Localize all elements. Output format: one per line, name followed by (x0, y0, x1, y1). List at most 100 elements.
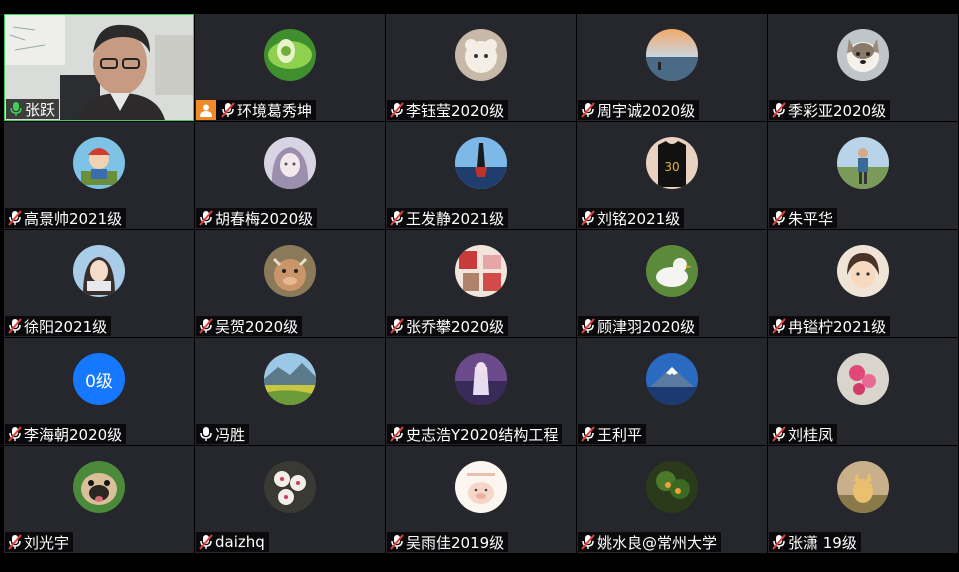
collage-avatar (455, 245, 507, 297)
participant-name: 吴贺2020级 (215, 317, 299, 336)
participant-nameplate: 姚水良@常州大学 (578, 532, 722, 552)
participant-nameplate: 刘桂凤 (769, 424, 838, 444)
participant-tile[interactable]: 季彩亚2020级 (768, 14, 958, 121)
plush-toy-avatar (455, 29, 507, 81)
mic-muted-icon (390, 426, 404, 442)
participant-nameplate: 冯胜 (196, 424, 250, 444)
participant-tile[interactable]: 冯胜 (195, 338, 385, 445)
participant-tile[interactable]: 朱平华 (768, 122, 958, 229)
mic-on-icon (10, 102, 22, 116)
participant-tile[interactable]: 吴雨佳2019级 (386, 446, 576, 553)
participant-name: 冉镒柠2021级 (788, 317, 887, 336)
mic-muted-icon (199, 534, 213, 550)
participant-name: 吴雨佳2019级 (406, 533, 505, 552)
participant-name: 张潇 19级 (788, 533, 857, 552)
top-bar (0, 0, 959, 13)
participant-tile[interactable]: 胡春梅2020级 (195, 122, 385, 229)
participant-name: 王发静2021级 (406, 209, 505, 228)
cartoon-boy-avatar (73, 137, 125, 189)
svg-text:30: 30 (664, 160, 679, 174)
participant-tile[interactable]: 张跃 (4, 14, 194, 121)
mic-muted-icon (390, 318, 404, 334)
participant-grid: 张跃 环境葛秀坤 李钰莹2020级 周宇诚2020级 季彩亚2020级 高景帅2… (4, 14, 958, 553)
mic-muted-icon (8, 534, 22, 550)
participant-tile[interactable]: 吴贺2020级 (195, 230, 385, 337)
participant-tile[interactable]: 0级 李海朝2020级 (4, 338, 194, 445)
participant-tile[interactable]: 冉镒柠2021级 (768, 230, 958, 337)
participant-nameplate: 张乔攀2020级 (387, 316, 509, 336)
participant-nameplate: 朱平华 (769, 208, 838, 228)
participant-name: 冯胜 (215, 425, 246, 444)
participant-tile[interactable]: 周宇诚2020级 (577, 14, 767, 121)
participant-tile[interactable]: 徐阳2021级 (4, 230, 194, 337)
participant-tile[interactable]: 王发静2021级 (386, 122, 576, 229)
white-orchid-avatar (264, 461, 316, 513)
participant-tile[interactable]: daizhq (195, 446, 385, 553)
participant-nameplate: 高景帅2021级 (5, 208, 127, 228)
anime-girl-book-avatar (73, 245, 125, 297)
purple-scene-avatar (455, 353, 507, 405)
participant-name: daizhq (215, 533, 265, 551)
text-avatar: 0级 (73, 353, 125, 405)
participant-name: 刘光宇 (24, 533, 70, 552)
participant-tile[interactable]: 王利平 (577, 338, 767, 445)
mic-muted-icon (390, 102, 404, 118)
mic-muted-icon (581, 318, 595, 334)
pink-flower-avatar (837, 353, 889, 405)
participant-tile[interactable]: 史志浩Y2020结构工程 (386, 338, 576, 445)
participant-tile[interactable]: 姚水良@常州大学 (577, 446, 767, 553)
participant-nameplate: 周宇诚2020级 (578, 100, 700, 120)
participant-tile[interactable]: 刘光宇 (4, 446, 194, 553)
participant-nameplate: 李钰莹2020级 (387, 100, 509, 120)
participant-name: 周宇诚2020级 (597, 101, 696, 120)
participant-tile[interactable]: 刘桂凤 (768, 338, 958, 445)
participant-name: 刘桂凤 (788, 425, 834, 444)
white-duck-avatar (646, 245, 698, 297)
participant-nameplate: 李海朝2020级 (5, 424, 127, 444)
mic-muted-icon (8, 426, 22, 442)
mic-muted-icon (581, 534, 595, 550)
participant-name: 胡春梅2020级 (215, 209, 314, 228)
participant-nameplate: 刘铭2021级 (578, 208, 685, 228)
participant-tile[interactable]: 环境葛秀坤 (195, 14, 385, 121)
participant-name: 徐阳2021级 (24, 317, 108, 336)
mic-muted-icon (772, 210, 786, 226)
mic-muted-icon (199, 210, 213, 226)
participant-nameplate: 顾津羽2020级 (578, 316, 700, 336)
cat-garden-avatar (837, 461, 889, 513)
participant-nameplate: 胡春梅2020级 (196, 208, 318, 228)
mic-muted-icon (772, 102, 786, 118)
participant-nameplate: 徐阳2021级 (5, 316, 112, 336)
participant-tile[interactable]: 张潇 19级 (768, 446, 958, 553)
participant-tile[interactable]: 顾津羽2020级 (577, 230, 767, 337)
participant-nameplate: 王发静2021级 (387, 208, 509, 228)
participant-name: 张跃 (25, 100, 56, 119)
sunset-lake-avatar (646, 29, 698, 81)
participant-name: 史志浩Y2020结构工程 (406, 425, 559, 444)
participant-nameplate: daizhq (196, 532, 269, 552)
mic-muted-icon (772, 534, 786, 550)
mic-muted-icon (581, 102, 595, 118)
participant-nameplate: 刘光宇 (5, 532, 74, 552)
participant-tile[interactable]: 高景帅2021级 (4, 122, 194, 229)
participant-nameplate: 张潇 19级 (769, 532, 861, 552)
participant-tile[interactable]: 李钰莹2020级 (386, 14, 576, 121)
mic-muted-icon (581, 426, 595, 442)
participant-name: 王利平 (597, 425, 643, 444)
participant-nameplate: 王利平 (578, 424, 647, 444)
participant-name: 高景帅2021级 (24, 209, 123, 228)
jersey-avatar: 30 (646, 137, 698, 189)
participant-name: 顾津羽2020级 (597, 317, 696, 336)
man-outdoors-avatar (837, 137, 889, 189)
participant-name: 张乔攀2020级 (406, 317, 505, 336)
person-icon (196, 100, 216, 120)
participant-name: 姚水良@常州大学 (597, 533, 718, 552)
participant-tile[interactable]: 张乔攀2020级 (386, 230, 576, 337)
pug-avatar (73, 461, 125, 513)
participant-tile[interactable]: 30 刘铭2021级 (577, 122, 767, 229)
cartoon-bull-avatar (264, 245, 316, 297)
participant-name: 朱平华 (788, 209, 834, 228)
diver-sky-avatar (455, 137, 507, 189)
anime-girl-avatar (264, 137, 316, 189)
mountain-field-avatar (264, 353, 316, 405)
